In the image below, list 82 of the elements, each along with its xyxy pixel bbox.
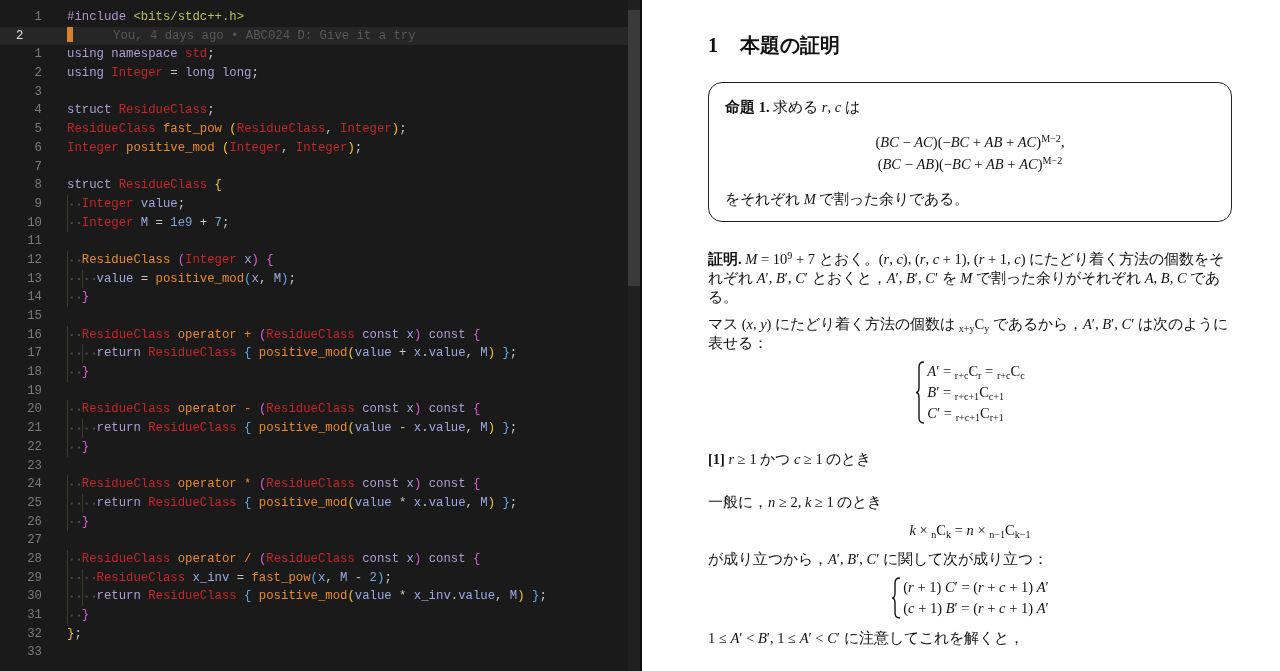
code-text: return ResidueClass { positive_mod(value + x.value, M) }; (67, 344, 518, 364)
line-number: 8 (33, 177, 42, 195)
line-number: 30 (26, 588, 42, 606)
code-text: return ResidueClass { positive_mod(value - x.value, M) }; (67, 419, 518, 438)
proposition-text: 命題 1. 求める r, c は (725, 98, 861, 117)
code-text: value = positive_mod(x, M); (67, 269, 296, 289)
line-number: 11 (26, 233, 42, 251)
brace-icon (915, 361, 926, 424)
equation: (r + 1) C′ = (r + c + 1) A′ (903, 578, 1049, 597)
line-number: 17 (26, 345, 42, 363)
line-number: 2 (33, 65, 42, 83)
line-number: 33 (26, 644, 42, 662)
case-heading: [1] r ≥ 1 かつ c ≥ 1 のとき (708, 450, 873, 469)
equation: (BC − AB)(−BC + AB + AC)$^{M−2}$ (876, 153, 1064, 174)
line-number: 16 (26, 326, 42, 344)
equation: (c + 1) B′ = (r + c + 1) A′ (903, 599, 1049, 618)
line-number: 26 (26, 513, 42, 531)
code-text: } (67, 288, 90, 307)
code-text: ResidueClass operator - (ResidueClass const x) const { (67, 400, 481, 420)
paragraph: 一般に，n ≥ 2, k ≥ 1 のとき (708, 493, 884, 512)
brace-icon (891, 577, 902, 619)
line-number: 18 (26, 364, 42, 382)
proposition-text: をそれぞれ M で割った余りである。 (725, 190, 971, 209)
line-number: 6 (33, 139, 42, 157)
code-text: ResidueClass operator / (ResidueClass const x) const { (67, 549, 481, 569)
line-number: 5 (33, 121, 42, 139)
line-number: 7 (33, 158, 42, 176)
line-number: 1 (33, 46, 42, 64)
line-number: 1 (33, 9, 42, 26)
code-text: Integer positive_mod (Integer, Integer); (67, 139, 363, 157)
line-number: 9 (33, 195, 42, 213)
line-number: 15 (26, 308, 42, 325)
code-text: } (67, 512, 90, 532)
line-number: 32 (26, 625, 42, 643)
code-text: } (67, 437, 90, 457)
code-text: }; (67, 625, 82, 643)
code-text: using Integer = long long; (67, 65, 259, 83)
line-number: 24 (26, 476, 42, 494)
equation: (BC − AC)(−BC + AB + AC)$^{M−2}$, (874, 131, 1066, 152)
line-number: 20 (26, 401, 42, 419)
code-text: Integer M = 1e9 + 7; (67, 213, 230, 233)
line-number: 10 (26, 214, 42, 232)
code-text: return ResidueClass { positive_mod(value * x.value, M) }; (67, 493, 518, 513)
line-number: 19 (26, 382, 42, 400)
line-number: 3 (33, 83, 42, 101)
code-text: using namespace std; (67, 46, 215, 64)
line-number: 4 (33, 102, 42, 120)
line-number: 13 (26, 270, 42, 288)
equation: B′ = $_{r+c+1}$C$_{c+1}$ (927, 383, 1006, 403)
equation: A′ = $_{r+c}$C$_{r}$ = $_{r+c}$C$_{c}$ (927, 362, 1025, 382)
paragraph: が成り立つから，A′, B′, C′ に関して次が成り立つ： (708, 550, 1050, 569)
code-text: ResidueClass operator + (ResidueClass const x) const { (67, 325, 481, 345)
paragraph: マス (x, y) にたどり着く方法の個数は $_{x+y}$C$_{y}$ であるから，A′, B′, C′ は次のように表せる： (708, 315, 1229, 353)
equation: k × $_{n}$C$_{k}$ = n × $_{n−1}$C$_{k−1}$ (908, 521, 1032, 540)
section-number: 1 (708, 33, 718, 58)
line-number: 21 (26, 420, 42, 438)
code-text: return ResidueClass { positive_mod(value * x_inv.value, M) }; (67, 587, 547, 606)
code-text: ResidueClass fast_pow (ResidueClass, Integer); (67, 121, 407, 139)
equation: C′ = $_{r+c+1}$C$_{r+1}$ (927, 404, 1005, 424)
line-number: 27 (26, 532, 42, 550)
line-number: 12 (26, 251, 42, 269)
line-number: 31 (26, 607, 42, 624)
paragraph: 証明. M = 10$^{9}$ + 7 とおく。(r, c), (r, c + 1), (r + 1, c) にたどり着く方法の個数をそれぞれ A′, B′, C′ とおくと，A′, B′, C′ を M で割った余りがそれぞれ A, B, C である。 (708, 250, 1226, 307)
text-cursor (67, 26, 73, 42)
code-text: } (67, 363, 90, 382)
paragraph: 1 ≤ A′ < B′, 1 ≤ A′ < C′ に注意してこれを解くと， (708, 629, 1025, 648)
line-number: 28 (26, 550, 42, 568)
code-text: ResidueClass x_inv = fast_pow(x, M - 2); (67, 568, 392, 588)
code-text: struct ResidueClass; (67, 102, 215, 120)
code-text: ResidueClass operator * (ResidueClass const x) const { (67, 475, 481, 494)
line-number: 14 (26, 289, 42, 307)
line-number: 25 (26, 494, 42, 512)
line-number: 23 (26, 457, 42, 475)
line-number: 22 (26, 438, 42, 456)
line-number: 29 (26, 569, 42, 587)
code-text: #include <bits/stdc++.h> (67, 9, 245, 26)
code-text: struct ResidueClass { (67, 177, 222, 195)
code-text: Integer value; (67, 194, 186, 214)
code-text: ResidueClass (Integer x) { (67, 250, 274, 270)
line-number: 2 (15, 27, 25, 45)
section-title: 本題の証明 (740, 33, 840, 58)
code-text: } (67, 606, 90, 625)
